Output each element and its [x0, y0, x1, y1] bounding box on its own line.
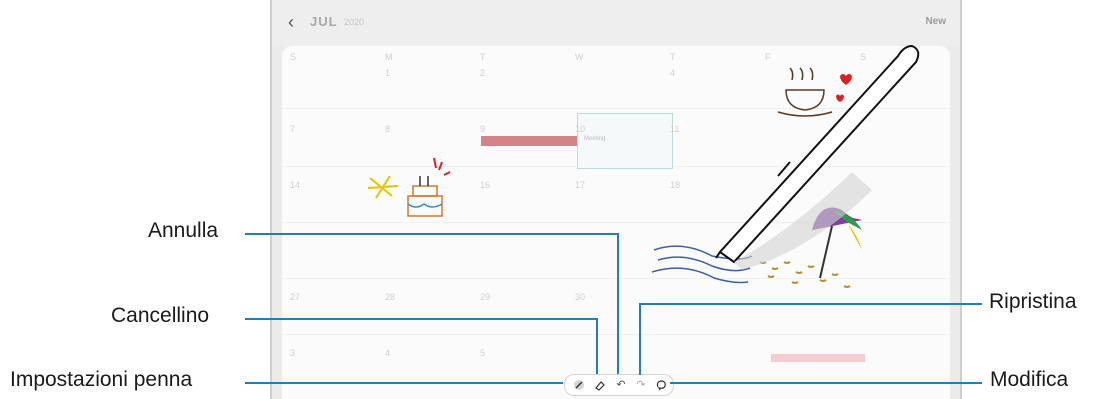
day-cell[interactable]: 1	[385, 68, 390, 78]
day-header: M	[385, 52, 393, 62]
day-cell[interactable]: 5	[480, 348, 485, 358]
day-cell[interactable]: 11	[670, 124, 679, 134]
day-cell[interactable]: 27	[290, 292, 300, 302]
day-cell[interactable]: 2	[480, 68, 485, 78]
callout-eraser-label: Cancellino	[111, 304, 210, 327]
grid-divider	[282, 278, 950, 279]
event-title: Meeting	[584, 136, 606, 142]
undo-icon[interactable]: ↶	[613, 377, 629, 393]
callout-line-eraser	[596, 318, 598, 374]
grid-divider	[282, 108, 950, 109]
pen-icon[interactable]	[571, 377, 587, 393]
day-cell[interactable]: 8	[385, 124, 390, 134]
callout-line-eraser	[245, 318, 597, 320]
day-cell[interactable]: 30	[575, 292, 585, 302]
day-cell[interactable]: 16	[480, 180, 490, 190]
back-icon[interactable]: ‹	[288, 12, 294, 33]
pen-toolbar: ↶ ↷	[564, 374, 674, 396]
eraser-icon[interactable]	[592, 377, 608, 393]
day-cell[interactable]: 10	[575, 124, 585, 134]
grid-divider	[282, 334, 950, 335]
selected-event-box[interactable]: Meeting	[577, 113, 673, 169]
month-title: JUL	[310, 14, 338, 29]
day-cell[interactable]: 4	[670, 68, 675, 78]
callout-pen-settings-label: Impostazioni penna	[10, 368, 193, 391]
callout-line-undo	[617, 233, 619, 374]
day-cell[interactable]: 7	[290, 124, 295, 134]
callout-line-redo	[639, 303, 982, 305]
day-cell[interactable]: 14	[290, 180, 300, 190]
redo-icon[interactable]: ↷	[633, 377, 649, 393]
day-cell[interactable]: 29	[480, 292, 490, 302]
day-cell[interactable]: 17	[575, 180, 585, 190]
callout-line-redo	[639, 303, 641, 375]
calendar-header: ‹ JUL 2020 New	[272, 0, 960, 46]
day-header: T	[480, 52, 486, 62]
day-cell[interactable]: 3	[290, 348, 295, 358]
tablet-screen: ‹ JUL 2020 New S M T W T F S 1 2 4 Meeti…	[270, 0, 962, 399]
day-cell[interactable]: 9	[480, 124, 485, 134]
callout-undo-label: Annulla	[148, 219, 219, 242]
day-header: F	[765, 52, 771, 62]
day-cell[interactable]: 4	[385, 348, 390, 358]
day-header: W	[575, 52, 584, 62]
day-header: S	[290, 52, 297, 62]
year-label: 2020	[344, 17, 365, 27]
day-header: S	[860, 52, 867, 62]
day-cell[interactable]: 28	[385, 292, 395, 302]
callout-edit-label: Modifica	[990, 368, 1069, 391]
event-bar[interactable]	[481, 136, 577, 146]
event-bar[interactable]	[771, 354, 865, 362]
callout-line-pen-settings	[245, 382, 563, 384]
callout-line-edit	[670, 382, 982, 384]
day-cell[interactable]: 18	[670, 180, 680, 190]
calendar-grid: S M T W T F S 1 2 4 Meeting 7 8 9 10 11 …	[282, 46, 950, 399]
day-header: T	[670, 52, 676, 62]
new-button[interactable]: New	[925, 16, 946, 27]
lasso-icon[interactable]	[653, 377, 669, 393]
callout-redo-label: Ripristina	[989, 290, 1077, 313]
callout-line-undo	[245, 233, 618, 235]
grid-divider	[282, 222, 950, 223]
